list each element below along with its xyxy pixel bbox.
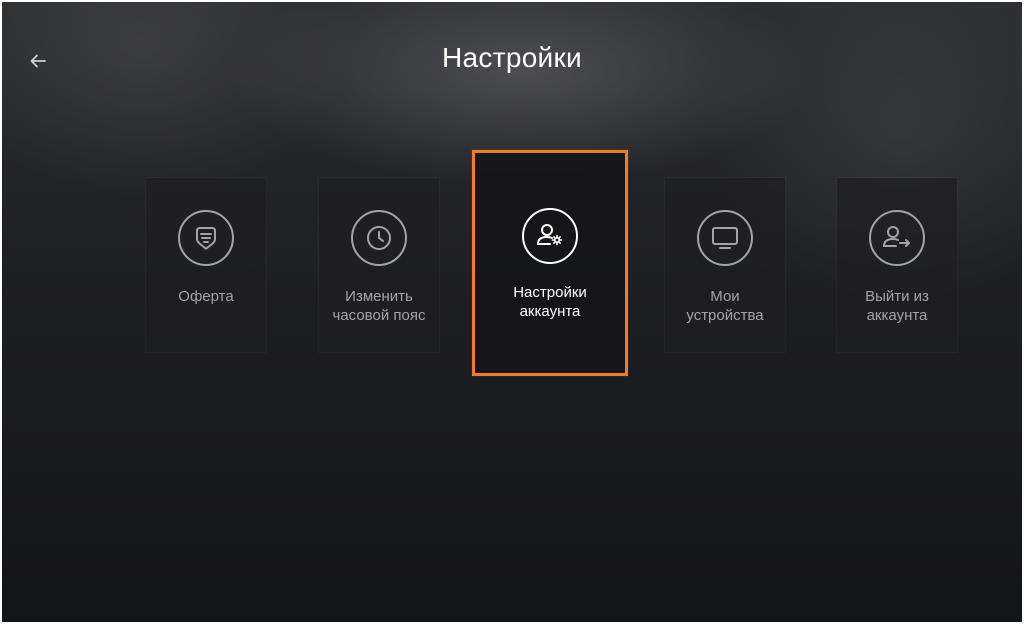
logout-icon (868, 209, 926, 267)
settings-screen: Настройки Оферта Изменить часовой пояс Н… (2, 2, 1022, 622)
tile-offer[interactable]: Оферта (146, 178, 266, 352)
clock-icon (350, 209, 408, 267)
settings-tiles: Оферта Изменить часовой пояс Настройки а… (2, 2, 1022, 622)
tile-label: Оферта (178, 288, 234, 305)
tile-label: Изменить часовой пояс (332, 288, 426, 324)
monitor-icon (696, 209, 754, 267)
tile-logout[interactable]: Выйти из аккаунта (837, 178, 957, 352)
user-settings-icon (521, 207, 579, 265)
tile-label: Настройки аккаунта (513, 284, 587, 320)
tile-label: Выйти из аккаунта (865, 288, 929, 324)
document-list-icon (177, 209, 235, 267)
tile-account-settings[interactable]: Настройки аккаунта (472, 150, 628, 376)
tile-change-timezone[interactable]: Изменить часовой пояс (319, 178, 439, 352)
tile-label: Мои устройства (686, 288, 764, 324)
tile-my-devices[interactable]: Мои устройства (665, 178, 785, 352)
